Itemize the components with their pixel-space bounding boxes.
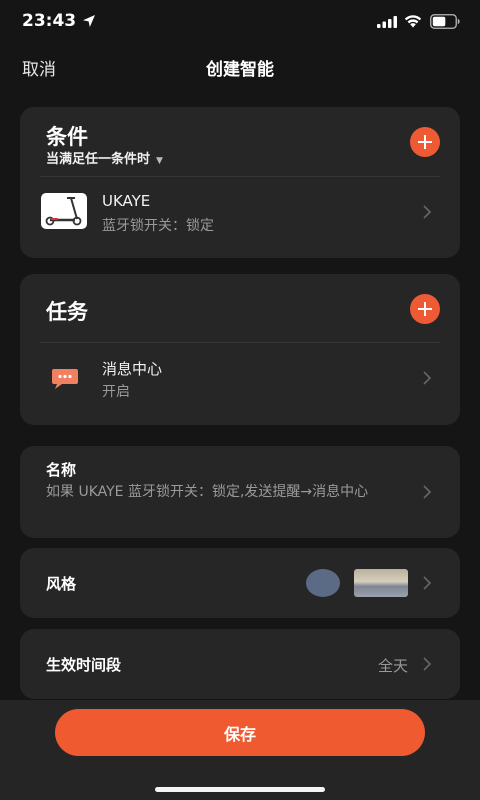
cellular-signal-icon: [377, 16, 397, 28]
wifi-icon: [404, 15, 422, 28]
style-card[interactable]: 风格: [20, 548, 460, 618]
save-button[interactable]: 保存: [55, 709, 425, 756]
style-background-image: [354, 569, 408, 597]
style-color-swatch: [306, 569, 340, 597]
add-condition-button[interactable]: [410, 127, 440, 157]
battery-icon: [430, 14, 460, 29]
page-title: 创建智能: [206, 60, 274, 80]
chevron-right-icon: [423, 576, 432, 590]
status-bar: 23:43: [0, 0, 480, 44]
scooter-icon: [45, 197, 82, 226]
plus-icon: [418, 135, 432, 149]
divider: [40, 176, 440, 177]
active-period-card[interactable]: 生效时间段 全天: [20, 629, 460, 699]
active-period-value: 全天: [377, 657, 408, 675]
condition-detail: 蓝牙锁开关：锁定: [102, 218, 214, 234]
name-value: 如果 UKAYE 蓝牙锁开关：锁定,发送提醒→消息中心: [46, 484, 369, 500]
chevron-right-icon: [423, 485, 432, 499]
name-card[interactable]: 名称 如果 UKAYE 蓝牙锁开关：锁定,发送提醒→消息中心: [20, 446, 460, 538]
conditions-title: 条件: [46, 125, 88, 149]
chevron-down-icon: ▼: [156, 156, 163, 166]
condition-mode-label: 当满足任一条件时: [46, 152, 151, 167]
plus-icon: [418, 302, 432, 316]
home-indicator: [155, 787, 325, 792]
tasks-title: 任务: [46, 300, 88, 324]
status-time: 23:43: [22, 11, 77, 31]
chevron-right-icon: [423, 205, 432, 219]
scooter-image: [41, 193, 87, 229]
condition-device-name: UKAYE: [102, 192, 151, 210]
tasks-card: 任务 消息中心 开启: [20, 274, 460, 425]
conditions-card: 条件 当满足任一条件时 ▼ UKAYE 蓝牙锁开关：锁定: [20, 107, 460, 258]
task-detail: 开启: [102, 384, 130, 400]
name-label: 名称: [46, 461, 77, 479]
bottom-bar: 保存: [0, 700, 480, 800]
chevron-right-icon: [423, 657, 432, 671]
active-period-label: 生效时间段: [46, 656, 122, 674]
location-arrow-icon: [83, 15, 95, 27]
divider: [40, 342, 440, 343]
chevron-right-icon: [423, 371, 432, 385]
message-bubble-icon: [52, 369, 78, 389]
style-label: 风格: [46, 575, 77, 593]
task-name: 消息中心: [102, 360, 163, 378]
condition-mode-dropdown[interactable]: 当满足任一条件时 ▼: [46, 148, 163, 167]
add-task-button[interactable]: [410, 294, 440, 324]
